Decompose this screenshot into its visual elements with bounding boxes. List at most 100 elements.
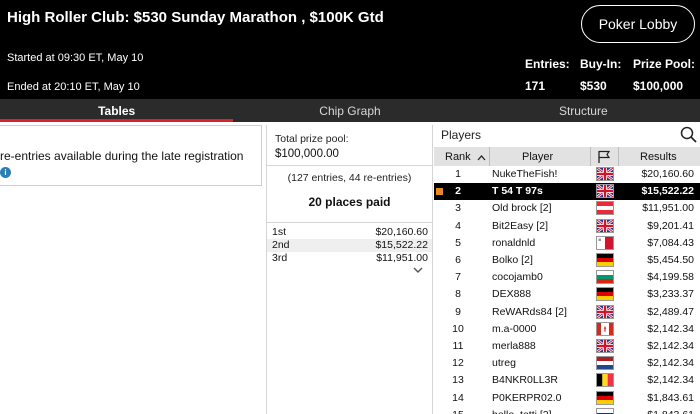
player-result: $11,951.00	[642, 202, 694, 215]
results-column-header[interactable]: Results	[640, 151, 677, 163]
player-result: $2,142.34	[647, 322, 694, 335]
player-column-header[interactable]: Player	[522, 151, 553, 163]
column-divider	[590, 147, 591, 166]
player-result: $2,142.34	[647, 374, 694, 387]
uk-flag-icon	[596, 339, 614, 353]
payout-place: 1st	[272, 226, 287, 238]
tab-structure[interactable]: Structure	[467, 99, 700, 122]
player-row[interactable]: 11 merla888 $2,142.34	[434, 338, 700, 355]
player-row[interactable]: 2 T 54 T 97s $15,522.22	[434, 183, 700, 201]
player-rank: 8	[455, 288, 461, 301]
column-divider	[489, 147, 490, 166]
player-result: $3,233.37	[647, 288, 694, 301]
player-row[interactable]: 14 P0KERPR02.0 $1,843.61	[434, 389, 700, 407]
players-title: Players	[441, 128, 482, 142]
rank-column-header[interactable]: Rank	[445, 151, 471, 163]
entries-note: (127 entries, 44 re-entries)	[287, 172, 412, 184]
player-result: $2,142.34	[647, 357, 694, 370]
payout-row: 3rd $11,951.00	[267, 252, 432, 265]
search-icon[interactable]	[680, 126, 697, 143]
player-rank: 13	[452, 374, 464, 387]
player-result: $9,201.41	[647, 219, 694, 232]
canada-flag-icon	[596, 321, 614, 336]
player-name: merla888	[492, 340, 536, 352]
divider	[267, 165, 432, 166]
player-row[interactable]: 6 Bolko [2] $5,454.50	[434, 252, 700, 269]
player-name: DEX888	[492, 288, 532, 301]
malta-flag-icon	[596, 235, 614, 250]
player-row[interactable]: 1 NukeTheFish! $20,160.60	[434, 166, 700, 183]
uk-flag-icon	[596, 167, 614, 181]
player-result: $1,843.61	[647, 391, 694, 404]
entries-label: Entries:	[525, 57, 570, 71]
player-row[interactable]: 10 m.a-0000 $2,142.34	[434, 320, 700, 338]
players-table-header: Rank Player Results	[434, 147, 700, 166]
player-rank: 3	[455, 202, 461, 215]
player-rank: 4	[455, 219, 461, 232]
player-result: $15,522.22	[641, 185, 694, 198]
player-row[interactable]: 9 ReWARds84 [2] $2,489.47	[434, 303, 700, 321]
player-row[interactable]: 12 utreg $2,142.34	[434, 355, 700, 373]
player-rank: 9	[455, 305, 461, 318]
tournament-header: High Roller Club: $530 Sunday Marathon ,…	[0, 0, 700, 99]
player-rank: 6	[455, 254, 461, 266]
player-row[interactable]: 4 Bit2Easy [2] $9,201.41	[434, 217, 700, 235]
player-row[interactable]: 15 hello_totti [2] $1,843.61	[434, 406, 700, 414]
player-result: $20,160.60	[641, 168, 694, 180]
belgium-flag-icon	[596, 373, 614, 388]
prizepool-value: $100,000	[633, 79, 684, 93]
player-rank: 11	[452, 340, 464, 352]
russia-flag-icon	[596, 407, 614, 414]
player-result: $1,843.61	[647, 409, 694, 414]
player-rank: 5	[455, 236, 461, 249]
sort-ascending-icon[interactable]	[477, 152, 486, 164]
info-icon[interactable]: i	[0, 167, 11, 178]
player-name: NukeTheFish!	[492, 168, 558, 180]
payout-amount: $20,160.60	[375, 226, 428, 238]
prizepool-label: Prize Pool:	[633, 57, 696, 71]
player-row[interactable]: 5 ronaldnld $7,084.43	[434, 234, 700, 252]
germany-flag-icon	[596, 390, 614, 405]
player-name: cocojamb0	[492, 271, 543, 284]
player-row[interactable]: 13 B4NKR0LL3R $2,142.34	[434, 372, 700, 390]
tab-chip-graph[interactable]: Chip Graph	[233, 99, 466, 122]
player-name: T 54 T 97s	[492, 185, 543, 198]
tab-bar: Tables Chip Graph Structure	[0, 99, 700, 122]
buyin-label: Buy-In:	[580, 57, 622, 71]
poker-lobby-button[interactable]: Poker Lobby	[581, 5, 695, 43]
divider	[267, 222, 432, 223]
player-name: B4NKR0LL3R	[492, 374, 558, 387]
uk-flag-icon	[596, 218, 614, 233]
prize-panel: Total prize pool: $100,000.00 (127 entri…	[266, 125, 433, 414]
player-result: $2,142.34	[647, 340, 694, 352]
player-name: hello_totti [2]	[492, 409, 552, 414]
player-name: utreg	[492, 357, 516, 370]
end-time: Ended at 20:10 ET, May 10	[7, 81, 140, 93]
player-row[interactable]: 8 DEX888 $3,233.37	[434, 286, 700, 304]
column-divider	[618, 147, 619, 166]
player-name: ReWARds84 [2]	[492, 305, 567, 318]
players-panel: Players Rank Player Results 1 NukeTheFish…	[434, 125, 700, 414]
tab-tables[interactable]: Tables	[0, 99, 234, 122]
germany-flag-icon	[596, 287, 614, 302]
player-name: m.a-0000	[492, 322, 537, 335]
player-result: $4,199.58	[647, 271, 694, 284]
flag-icon[interactable]	[597, 150, 611, 166]
tables-notice-panel: re-entries available during the late reg…	[0, 125, 262, 186]
player-row[interactable]: 3 Old brock [2] $11,951.00	[434, 200, 700, 218]
payout-row: 2nd $15,522.22	[267, 239, 432, 252]
payout-amount: $15,522.22	[375, 239, 428, 251]
payout-place: 3rd	[272, 252, 288, 264]
netherlands-flag-icon	[596, 356, 614, 371]
player-row[interactable]: 7 cocojamb0 $4,199.58	[434, 269, 700, 287]
late-registration-notice: re-entries available during the late reg…	[0, 149, 244, 163]
chevron-down-icon[interactable]	[413, 266, 423, 277]
places-paid: 20 places paid	[308, 195, 391, 209]
entries-value: 171	[525, 79, 546, 93]
tournament-title: High Roller Club: $530 Sunday Marathon ,…	[7, 9, 384, 26]
germany-flag-icon	[596, 253, 614, 267]
player-name: Bolko [2]	[492, 254, 533, 266]
player-name: Old brock [2]	[492, 202, 552, 215]
player-rank: 14	[452, 391, 464, 404]
uk-flag-icon	[596, 304, 614, 319]
